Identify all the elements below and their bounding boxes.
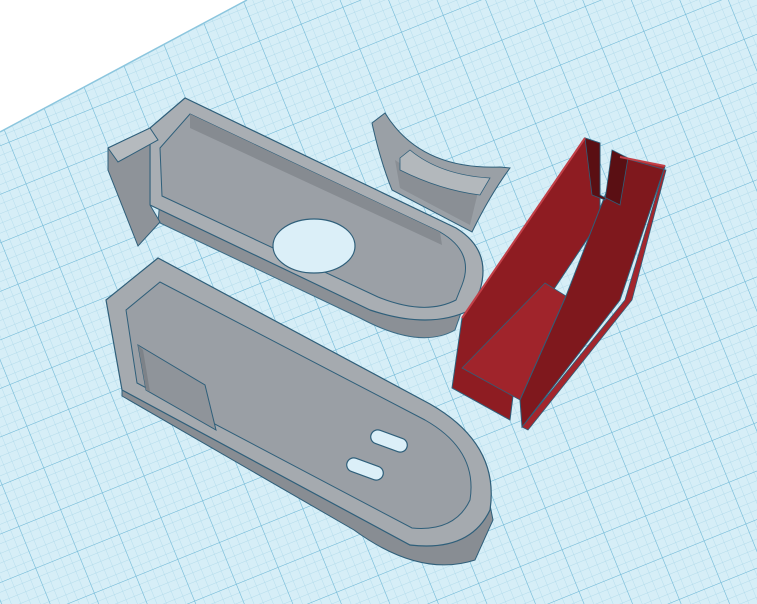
round-hole <box>272 218 356 274</box>
3d-viewport[interactable] <box>0 0 757 604</box>
